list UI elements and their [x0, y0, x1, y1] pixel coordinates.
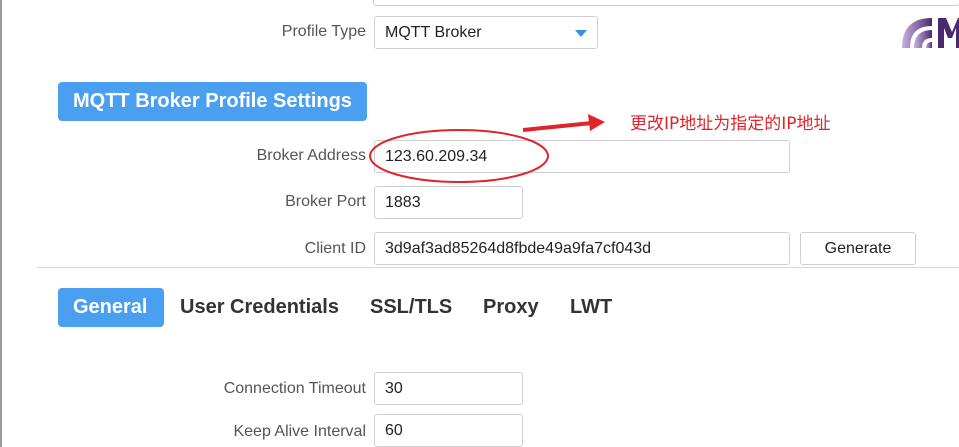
annotation-text: 更改IP地址为指定的IP地址 — [630, 114, 831, 134]
annotation-overlay — [369, 114, 605, 183]
annotation-arrow-shaft — [522, 121, 593, 132]
highlight-ellipse — [369, 129, 549, 183]
annotation-arrow-head — [588, 114, 605, 131]
